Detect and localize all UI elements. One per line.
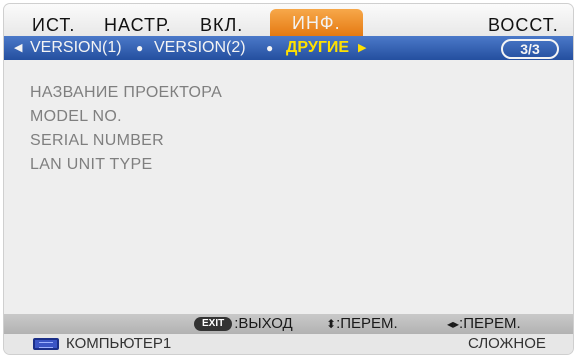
input-source-label: КОМПЬЮТЕР1	[66, 335, 172, 352]
tab-source[interactable]: ИСТ.	[32, 13, 75, 37]
exit-hint: EXIT:ВЫХОД	[194, 314, 293, 334]
tab-on[interactable]: ВКЛ.	[200, 13, 243, 37]
tab-reset[interactable]: ВОССТ.	[488, 13, 559, 37]
left-right-arrows-icon: ◂▸	[447, 317, 460, 331]
submenu-item-version2[interactable]: VERSION(2)	[154, 36, 246, 60]
projector-osd-menu: ИСТ. НАСТР. ВКЛ. ИНФ. ВОССТ. ◀ VERSION(1…	[4, 4, 573, 354]
info-row-projector-name: НАЗВАНИЕ ПРОЕКТОРА	[30, 84, 223, 101]
updown-hint: ⬍:ПЕРЕМ.	[326, 314, 398, 334]
status-bar: КОМПЬЮТЕР1 СЛОЖНОЕ	[4, 334, 573, 354]
info-row-model-no: MODEL NO.	[30, 108, 122, 125]
info-row-serial-number: SERIAL NUMBER	[30, 132, 165, 149]
submenu-item-other[interactable]: ДРУГИЕ	[286, 36, 349, 60]
exit-key-icon[interactable]: EXIT	[194, 317, 233, 332]
tab-info[interactable]: ИНФ.	[270, 9, 363, 37]
leftright-hint-label: :ПЕРЕМ.	[459, 315, 521, 332]
info-row-lan-unit-type: LAN UNIT TYPE	[30, 156, 153, 173]
left-triangle-icon: ◀	[14, 42, 23, 54]
info-panel: НАЗВАНИЕ ПРОЕКТОРА MODEL NO. SERIAL NUMB…	[4, 60, 573, 314]
main-menu-tabs: ИСТ. НАСТР. ВКЛ. ИНФ. ВОССТ.	[4, 4, 573, 37]
menu-mode-label: СЛОЖНОЕ	[468, 335, 546, 352]
computer-input-icon	[33, 338, 59, 350]
bullet-icon: ●	[266, 41, 274, 55]
tab-setup[interactable]: НАСТР.	[104, 13, 172, 37]
leftright-hint: ◂▸:ПЕРЕМ.	[447, 314, 521, 334]
footer-hints: EXIT:ВЫХОД ⬍:ПЕРЕМ. ◂▸:ПЕРЕМ.	[4, 314, 573, 334]
updown-hint-label: :ПЕРЕМ.	[336, 315, 398, 332]
up-down-arrows-icon: ⬍	[326, 317, 337, 331]
page-indicator: 3/3	[501, 39, 559, 59]
submenu-bar: ◀ VERSION(1) ● VERSION(2) ● ДРУГИЕ ▶ 3/3	[4, 36, 573, 60]
right-triangle-icon: ▶	[358, 42, 367, 54]
bullet-icon: ●	[136, 41, 144, 55]
exit-hint-label: :ВЫХОД	[234, 315, 293, 332]
submenu-item-version1[interactable]: VERSION(1)	[30, 36, 122, 60]
